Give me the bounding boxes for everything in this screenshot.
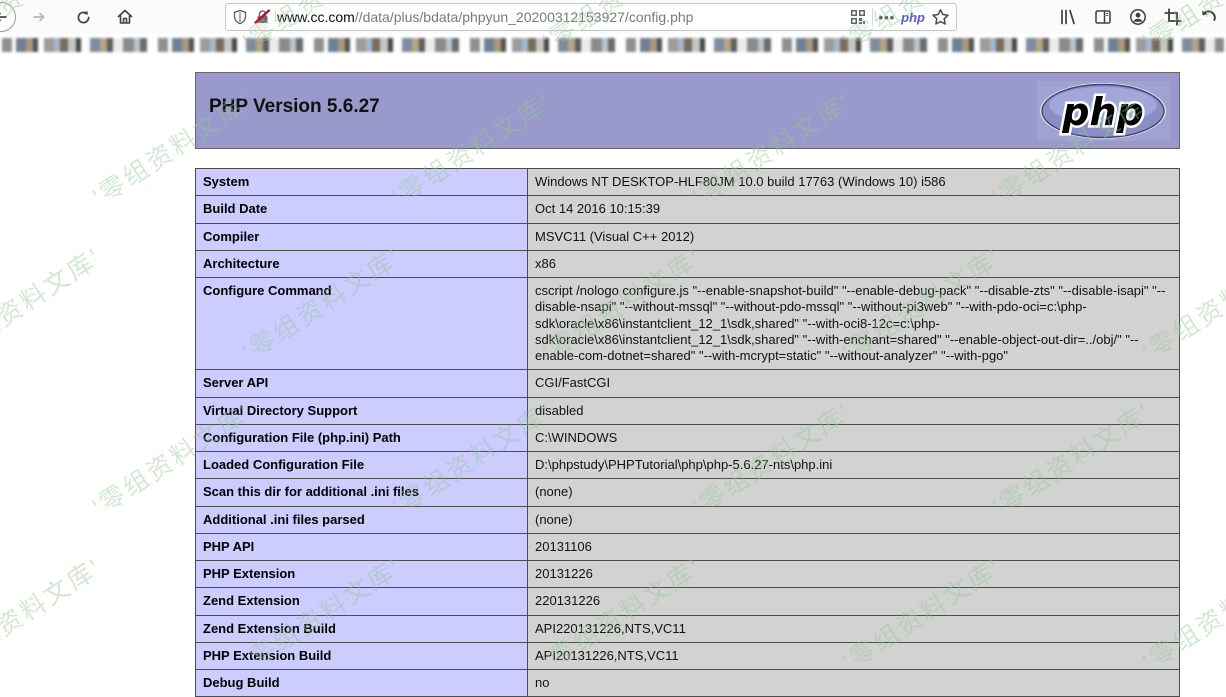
url-domain: www.cc.com xyxy=(277,9,355,25)
account-icon xyxy=(1129,8,1147,26)
table-row: PHP Extension Build API20131226,NTS,VC11 xyxy=(196,642,1180,669)
php-info-table-body: System Windows NT DESKTOP-HLF80JM 10.0 b… xyxy=(196,169,1180,697)
row-value: C:\WINDOWS xyxy=(528,424,1180,451)
url-path: //data/plus/bdata/phpyun_20200312153927/… xyxy=(355,9,694,25)
table-row: Scan this dir for additional .ini files … xyxy=(196,479,1180,506)
php-logo: php xyxy=(1037,81,1170,141)
sidebar-icon xyxy=(1094,8,1112,26)
row-label: Configure Command xyxy=(196,278,528,370)
screenshot-button[interactable] xyxy=(1164,8,1182,26)
tracking-shield-icon[interactable] xyxy=(232,9,248,25)
table-row: PHP API 20131106 xyxy=(196,533,1180,560)
row-value: D:\phpstudy\PHPTutorial\php\php-5.6.27-n… xyxy=(528,452,1180,479)
table-row: PHP Extension 20131226 xyxy=(196,561,1180,588)
home-icon xyxy=(116,8,134,26)
url-text[interactable]: www.cc.com//data/plus/bdata/phpyun_20200… xyxy=(277,9,844,25)
reload-icon xyxy=(75,9,92,26)
table-row: Configure Command cscript /nologo config… xyxy=(196,278,1180,370)
restore-button[interactable] xyxy=(1199,8,1218,26)
row-label: Architecture xyxy=(196,250,528,277)
crop-screenshot-icon xyxy=(1164,8,1182,26)
row-label: Loaded Configuration File xyxy=(196,452,528,479)
row-label: Build Date xyxy=(196,196,528,223)
row-label: Additional .ini files parsed xyxy=(196,506,528,533)
table-row: Additional .ini files parsed (none) xyxy=(196,506,1180,533)
row-value: Windows NT DESKTOP-HLF80JM 10.0 build 17… xyxy=(528,169,1180,196)
table-row: Compiler MSVC11 (Visual C++ 2012) xyxy=(196,223,1180,250)
row-value: 20131106 xyxy=(528,533,1180,560)
forward-arrow-icon xyxy=(31,9,47,25)
insecure-lock-icon[interactable] xyxy=(254,9,271,25)
row-value: (none) xyxy=(528,506,1180,533)
row-value: no xyxy=(528,670,1180,697)
undo-arrow-icon xyxy=(1199,8,1218,26)
table-row: System Windows NT DESKTOP-HLF80JM 10.0 b… xyxy=(196,169,1180,196)
row-label: PHP API xyxy=(196,533,528,560)
row-label: Debug Build xyxy=(196,670,528,697)
censored-bookmarks-mosaic xyxy=(2,38,1224,52)
php-info-table: System Windows NT DESKTOP-HLF80JM 10.0 b… xyxy=(195,168,1180,697)
table-row: Architecture x86 xyxy=(196,250,1180,277)
page-actions-separator xyxy=(872,8,873,26)
library-icon xyxy=(1059,8,1077,26)
back-arrow-icon xyxy=(0,9,9,25)
php-version-header: PHP Version 5.6.27 php xyxy=(195,72,1180,149)
row-value: CGI/FastCGI xyxy=(528,370,1180,397)
row-value: (none) xyxy=(528,479,1180,506)
account-button[interactable] xyxy=(1129,8,1147,26)
toolbar-right-icons xyxy=(1059,3,1218,31)
table-row: Build Date Oct 14 2016 10:15:39 xyxy=(196,196,1180,223)
row-value: cscript /nologo configure.js "--enable-s… xyxy=(528,278,1180,370)
forward-button[interactable] xyxy=(24,2,54,32)
row-value: 20131226 xyxy=(528,561,1180,588)
row-label: Compiler xyxy=(196,223,528,250)
row-value: x86 xyxy=(528,250,1180,277)
table-row: Loaded Configuration File D:\phpstudy\PH… xyxy=(196,452,1180,479)
library-button[interactable] xyxy=(1059,8,1077,26)
row-label: Scan this dir for additional .ini files xyxy=(196,479,528,506)
row-value: MSVC11 (Visual C++ 2012) xyxy=(528,223,1180,250)
back-button[interactable] xyxy=(0,2,16,32)
bookmark-star-icon[interactable] xyxy=(931,8,950,26)
row-label: PHP Extension xyxy=(196,561,528,588)
row-label: Server API xyxy=(196,370,528,397)
bookmarks-bar[interactable] xyxy=(0,34,1226,57)
reload-button[interactable] xyxy=(68,2,98,32)
row-label: System xyxy=(196,169,528,196)
page-actions-button[interactable]: ••• xyxy=(879,10,896,25)
table-row: Virtual Directory Support disabled xyxy=(196,397,1180,424)
row-label: PHP Extension Build xyxy=(196,642,528,669)
row-value: 220131226 xyxy=(528,588,1180,615)
row-label: Zend Extension Build xyxy=(196,615,528,642)
row-value: Oct 14 2016 10:15:39 xyxy=(528,196,1180,223)
row-value: API20131226,NTS,VC11 xyxy=(528,642,1180,669)
row-label: Configuration File (php.ini) Path xyxy=(196,424,528,451)
page-title: PHP Version 5.6.27 xyxy=(196,73,1179,118)
table-row: Zend Extension 220131226 xyxy=(196,588,1180,615)
sidebar-button[interactable] xyxy=(1094,8,1112,26)
row-label: Virtual Directory Support xyxy=(196,397,528,424)
table-row: Server API CGI/FastCGI xyxy=(196,370,1180,397)
address-bar[interactable]: www.cc.com//data/plus/bdata/phpyun_20200… xyxy=(225,3,957,31)
php-logo-text: php xyxy=(1061,90,1143,134)
row-value: API220131226,NTS,VC11 xyxy=(528,615,1180,642)
browser-toolbar: www.cc.com//data/plus/bdata/phpyun_20200… xyxy=(0,0,1226,34)
phpinfo-page: PHP Version 5.6.27 php System Windows NT… xyxy=(0,57,1226,672)
home-button[interactable] xyxy=(110,2,140,32)
table-row: Configuration File (php.ini) Path C:\WIN… xyxy=(196,424,1180,451)
row-label: Zend Extension xyxy=(196,588,528,615)
row-value: disabled xyxy=(528,397,1180,424)
table-row: Debug Build no xyxy=(196,670,1180,697)
qr-code-icon[interactable] xyxy=(850,9,866,25)
php-extension-badge[interactable]: php xyxy=(901,10,925,25)
table-row: Zend Extension Build API220131226,NTS,VC… xyxy=(196,615,1180,642)
